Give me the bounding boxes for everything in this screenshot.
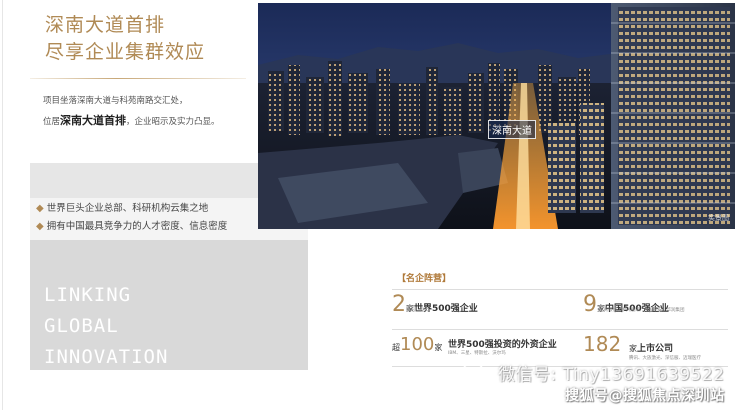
stat-prefix: 超 bbox=[392, 343, 400, 352]
stat-sub: IBM、三星、特斯拉、沃尔玛 bbox=[448, 351, 506, 356]
bullet-text: 世界巨头企业总部、科研机构云集之地 bbox=[46, 203, 209, 214]
headline-line-1: 深南大道首排 bbox=[45, 14, 166, 36]
headline: 深南大道首排 尽享企业集群效应 bbox=[45, 12, 205, 66]
headline-line-2: 尽享企业集群效应 bbox=[45, 41, 206, 63]
description-suffix: ，企业昭示及实力凸显。 bbox=[126, 117, 220, 127]
stat-listed-companies: 182 家上市公司 腾讯、大族激光、深信服、迈瑞医疗 bbox=[583, 332, 701, 361]
stats-title: 【名企阵营】 bbox=[397, 274, 452, 284]
stat-unit: 家 bbox=[629, 344, 637, 353]
night-city-photo: 深南大道 实景图 bbox=[258, 3, 735, 229]
sohu-watermark: 搜狐号@搜狐焦点深圳站 bbox=[565, 388, 725, 404]
wechat-id: 微信号: Tiny13691639522 bbox=[498, 365, 725, 385]
stat-number: 9 bbox=[583, 292, 597, 317]
stat-number: 100 bbox=[400, 334, 435, 355]
description-line-2: 位居深南大道首排，企业昭示及实力凸显。 bbox=[43, 111, 253, 132]
slogan: LINKING GLOBAL INNOVATION bbox=[44, 280, 168, 373]
description-prefix: 位居 bbox=[43, 117, 61, 127]
bullet-list: ◆ 世界巨头企业总部、科研机构云集之地 ◆ 拥有中国最具竞争力的人才密度、信息密… bbox=[36, 200, 227, 236]
bullet-item: ◆ 世界巨头企业总部、科研机构云集之地 bbox=[36, 200, 227, 218]
gold-divider bbox=[30, 78, 246, 79]
stats-divider-middle bbox=[392, 329, 728, 330]
city-night-illustration bbox=[258, 3, 735, 229]
stat-sub: 招商银行、中兴通讯、中国平安、华润集团 bbox=[599, 308, 685, 313]
stat-number: 2 bbox=[392, 292, 406, 317]
location-description: 项目坐落深南大道与科苑南路交汇处， 位居深南大道首排，企业昭示及实力凸显。 bbox=[43, 92, 253, 132]
stat-china-500: 9家中国500强企业 招商银行、中兴通讯、中国平安、华润集团 bbox=[583, 292, 685, 317]
left-border bbox=[2, 0, 3, 410]
road-label-shennan: 深南大道 bbox=[488, 120, 536, 139]
description-line-1: 项目坐落深南大道与科苑南路交汇处， bbox=[43, 96, 188, 106]
wechat-watermark: 微信号: Tiny13691639522 bbox=[462, 360, 725, 385]
stat-label: 上市公司 bbox=[637, 344, 674, 354]
stat-text: 世界500强投资的外资企业 IBM、三星、特斯拉、沃尔玛 bbox=[448, 337, 557, 356]
stat-number: 182 bbox=[583, 332, 622, 356]
description-highlight: 深南大道首排 bbox=[60, 114, 127, 127]
bullet-text: 拥有中国最具竞争力的人才密度、信息密度 bbox=[46, 221, 228, 232]
slogan-line: INNOVATION bbox=[44, 346, 169, 368]
bullet-item: ◆ 拥有中国最具竞争力的人才密度、信息密度 bbox=[36, 218, 227, 236]
stat-global-500: 2家世界500强企业 腾讯、恒大 bbox=[392, 292, 478, 317]
slogan-line: GLOBAL bbox=[44, 315, 119, 337]
stats-divider-top bbox=[392, 289, 728, 290]
wechat-icon bbox=[462, 361, 490, 384]
stat-unit: 家 bbox=[434, 343, 443, 352]
photo-caption: 实景图 bbox=[708, 214, 729, 222]
stat-foreign-investment: 超100家 世界500强投资的外资企业 IBM、三星、特斯拉、沃尔玛 bbox=[392, 334, 557, 356]
stat-label: 世界500强投资的外资企业 bbox=[448, 340, 557, 350]
diamond-bullet-icon: ◆ bbox=[36, 203, 44, 214]
stat-text: 家上市公司 腾讯、大族激光、深信服、迈瑞医疗 bbox=[629, 336, 701, 361]
diamond-bullet-icon: ◆ bbox=[36, 221, 44, 232]
slogan-line: LINKING bbox=[44, 284, 132, 306]
